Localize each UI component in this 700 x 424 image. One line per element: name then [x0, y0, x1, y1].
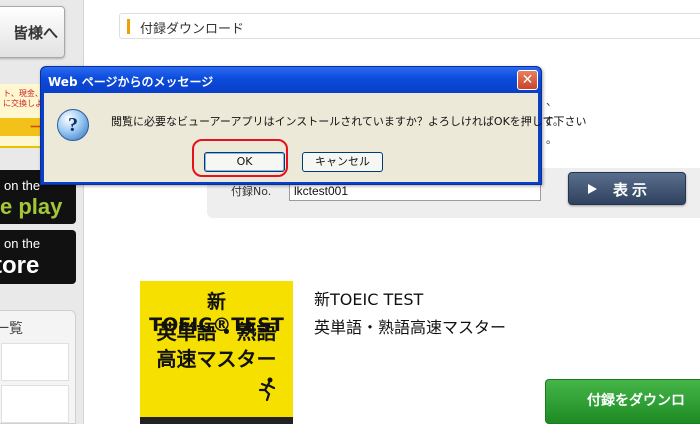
section-header: 付録ダウンロード — [119, 13, 700, 39]
google-play-badge-big-text: e play — [0, 194, 63, 219]
message-dialog: Web ページからのメッセージ ✕ ? 閲覧に必要なビューアーアプリはインストー… — [40, 66, 586, 185]
list-panel: 一覧 — [0, 310, 76, 424]
dialog-message: 閲覧に必要なビューアーアプリはインストールされていますか？よろしければOKを押し… — [111, 115, 587, 128]
close-icon[interactable]: ✕ — [517, 70, 538, 90]
guest-button[interactable]: 皆様へ — [0, 6, 65, 58]
cancel-button[interactable]: キャンセル — [302, 152, 383, 172]
ok-button-highlight-annotation — [192, 139, 288, 177]
book-title-line1: 新TOEIC TEST — [314, 290, 424, 309]
play-arrow-icon — [588, 184, 597, 194]
dialog-body: ? 閲覧に必要なビューアーアプリはインストールされていますか？よろしければOKを… — [44, 93, 586, 182]
left-sidebar: 皆様へ ト、現金、電子 に交換しよう ーン実 on the e play on … — [0, 0, 84, 424]
runner-icon — [258, 377, 276, 401]
book-cover-footer-strip — [140, 417, 293, 424]
app-store-badge-big-text: tore — [0, 252, 40, 279]
background-text-fragment: 、 — [546, 95, 557, 108]
book-cover-line3: 高速マスター — [156, 347, 277, 371]
book-cover-line2: 英単語・熟語 — [156, 320, 277, 344]
app-store-badge-small-text: on the — [4, 236, 41, 251]
book-title-line2: 英単語・熟語高速マスター — [314, 318, 507, 337]
google-play-badge-small-text: on the — [4, 178, 41, 193]
display-button-label: 表示 — [613, 181, 652, 199]
book-cover-image[interactable]: 新TOEIC®TEST 英単語・熟語 高速マスター — [140, 281, 293, 424]
background-text-fragment: 。 — [546, 133, 557, 146]
list-item[interactable] — [1, 343, 69, 381]
section-title: 付録ダウンロード — [140, 22, 245, 37]
dialog-titlebar[interactable]: Web ページからのメッセージ ✕ — [41, 67, 541, 93]
dialog-title: Web ページからのメッセージ — [48, 75, 214, 89]
display-button[interactable]: 表示 — [568, 172, 686, 205]
download-appendix-button[interactable]: 付録をダウンロ — [545, 379, 700, 424]
list-item[interactable] — [1, 385, 69, 423]
appendix-number-label: 付録No. — [231, 185, 272, 198]
app-store-badge[interactable]: on the tore — [0, 230, 76, 284]
section-header-accent — [127, 19, 130, 34]
question-icon: ? — [57, 109, 89, 141]
list-panel-title: 一覧 — [0, 321, 23, 337]
